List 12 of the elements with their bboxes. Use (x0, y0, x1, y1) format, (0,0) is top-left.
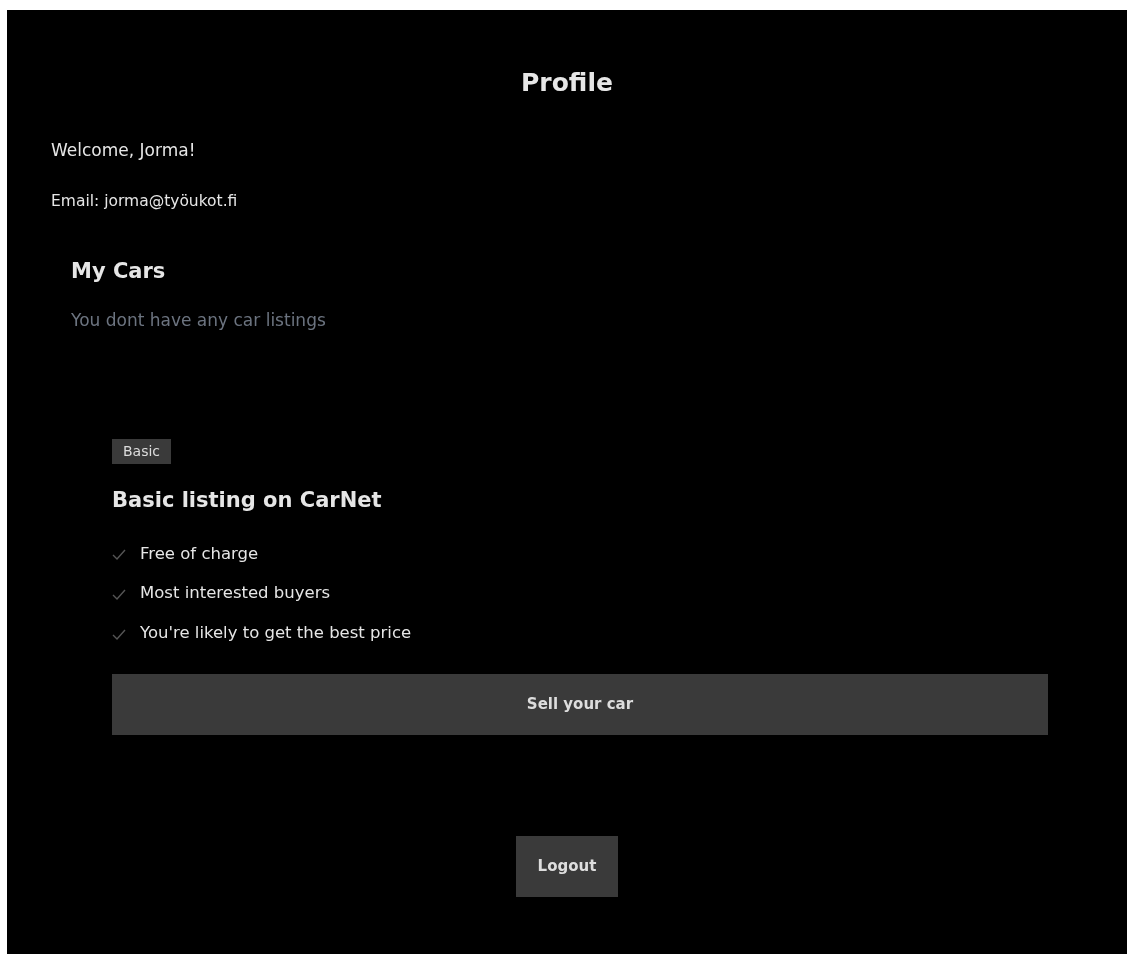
empty-message: You dont have any car listings (71, 308, 327, 332)
sell-button[interactable]: Sell your car (112, 673, 1048, 735)
section-heading: My Cars (71, 258, 167, 284)
logout-button[interactable]: Logout (516, 835, 618, 897)
feature-text: Most interested buyers (140, 582, 331, 605)
feature-text: You're likely to get the best price (140, 622, 412, 645)
plan-title: Basic listing on CarNet (112, 488, 383, 514)
page-title: Profile (520, 67, 614, 98)
feature-text: Free of charge (140, 542, 259, 565)
welcome-text: Welcome, Jorma! (51, 139, 197, 162)
plan-badge: Basic (112, 439, 172, 465)
email-text: Email: jorma@työukot.fi (51, 190, 239, 212)
